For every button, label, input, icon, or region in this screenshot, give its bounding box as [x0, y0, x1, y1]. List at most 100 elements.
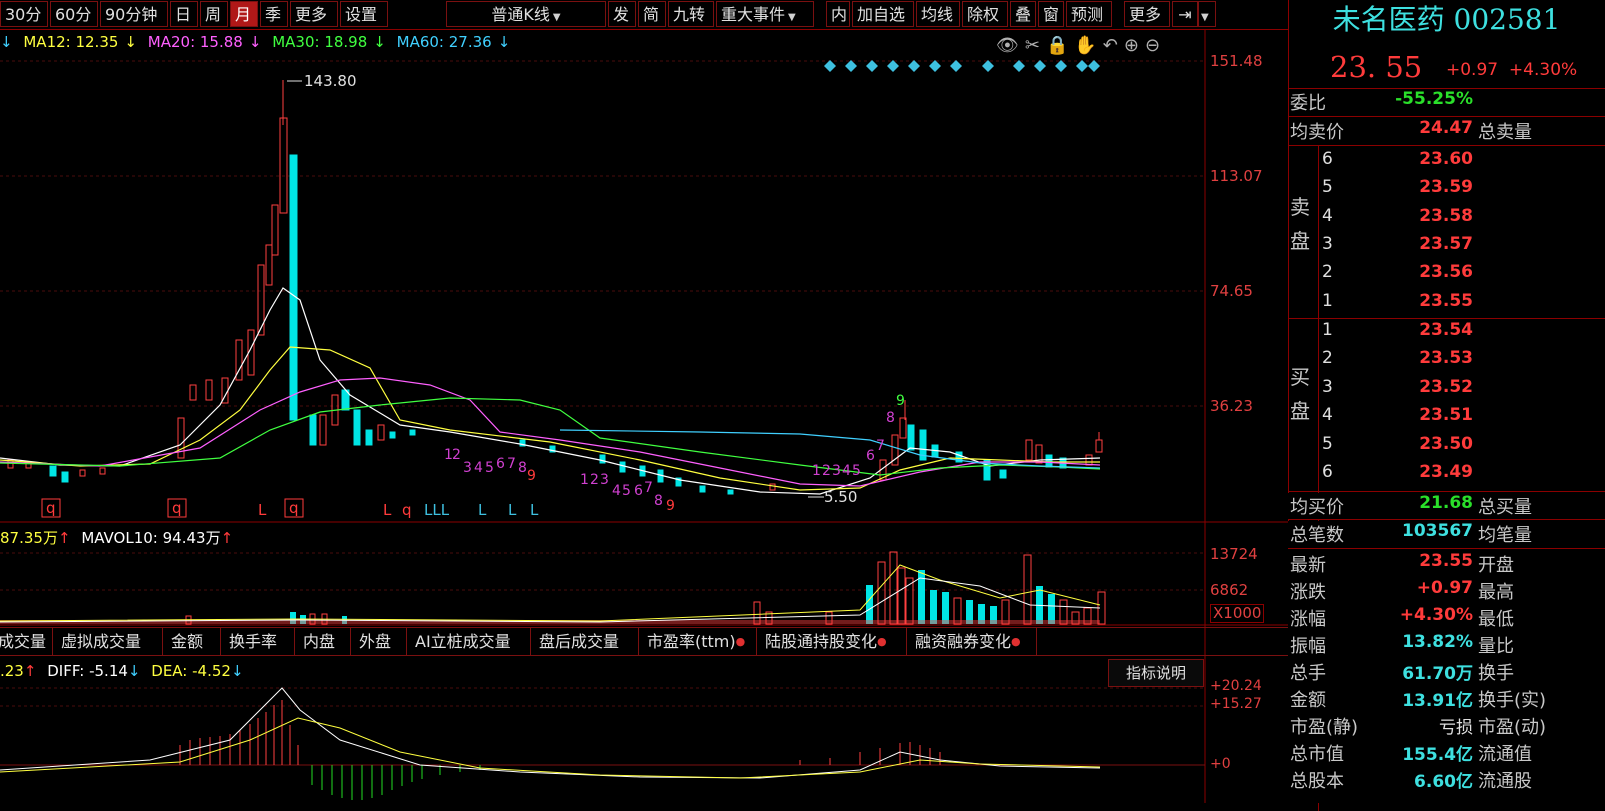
- weibi-row: 委比 -55.25%: [1290, 89, 1473, 114]
- price-axis-label: 151.48: [1210, 52, 1263, 70]
- svg-text:5: 5: [485, 460, 494, 476]
- stat-row: 涨跌 +0.97 最高: [1290, 578, 1514, 603]
- svg-text:2: 2: [822, 463, 831, 479]
- macd-histogram: [0, 687, 1101, 800]
- svg-text:8: 8: [654, 493, 663, 509]
- svg-text:7: 7: [644, 480, 653, 496]
- svg-text:L: L: [258, 501, 267, 519]
- svg-text:7: 7: [876, 438, 885, 454]
- svg-text:LLL: LLL: [424, 501, 450, 519]
- volume-legend: 87.35万↑ MAVOL10: 94.43万↑: [0, 529, 234, 547]
- low-price-label: 5.50: [824, 488, 857, 506]
- svg-text:3: 3: [463, 460, 472, 476]
- stat-row: 金额 13.91亿 换手(实): [1290, 690, 1547, 711]
- svg-text:L: L: [478, 501, 487, 519]
- volume-unit-label: X1000: [1210, 604, 1265, 623]
- tab-pe-ttm[interactable]: 市盈率(ttm)●: [639, 628, 757, 655]
- svg-text:6: 6: [496, 456, 505, 472]
- svg-text:2: 2: [590, 472, 599, 488]
- macd-axis-label: +20.24: [1210, 678, 1262, 694]
- buy-level-row[interactable]: 4 23.51: [1288, 405, 1605, 432]
- svg-text:L: L: [383, 501, 392, 519]
- tab-margin[interactable]: 融资融券变化●: [907, 628, 1037, 655]
- buy-level-row[interactable]: 6 23.49: [1288, 462, 1605, 489]
- candles: [7, 80, 1103, 495]
- kline-chart[interactable]: 143.80 5.50 1 23 4 5678 1 2 34 5 6 78 1234 567…: [0, 0, 1288, 803]
- quote-panel: 未名医药 002581 23. 55 +0.97 +4.30% 委比 -55.25…: [1288, 0, 1605, 811]
- stat-row: 总手 61.70万 换手: [1290, 663, 1514, 684]
- sell-level-row[interactable]: 4 23.58: [1288, 206, 1605, 233]
- stock-title: 未名医药 002581: [1332, 3, 1561, 36]
- svg-text:9: 9: [527, 468, 536, 484]
- stat-row: 市盈(静) 亏损 市盈(动): [1290, 717, 1547, 738]
- volume-axis-label: 13724: [1210, 545, 1258, 563]
- price-axis-label: 74.65: [1210, 282, 1253, 300]
- stat-row: 振幅 13.82% 量比: [1290, 632, 1514, 657]
- svg-text:L: L: [530, 501, 539, 519]
- signal-markers: [824, 60, 1100, 72]
- indicator-tabs: 成交量 虚拟成交量 金额 换手率 内盘 外盘 AI立桩成交量 盘后成交量 市盈率…: [0, 627, 1288, 656]
- svg-text:8: 8: [886, 410, 895, 426]
- pattern-markers: q q L q Lq LLL LLL: [41, 498, 539, 519]
- svg-text:6: 6: [866, 448, 875, 464]
- buy-level-row[interactable]: 1 23.54: [1288, 320, 1605, 347]
- high-low-annotations: 143.80 5.50: [287, 72, 857, 506]
- stat-row: 涨幅 +4.30% 最低: [1290, 605, 1514, 630]
- avg-sell-row: 均卖价 24.47 总卖量: [1290, 118, 1532, 143]
- macd-axis-label: +15.27: [1210, 696, 1262, 712]
- tab-amount[interactable]: 金额: [163, 628, 221, 655]
- volume-bars: [0, 551, 1106, 625]
- high-price-label: 143.80: [304, 72, 357, 90]
- svg-text:2: 2: [452, 447, 461, 463]
- svg-text:8: 8: [518, 460, 527, 476]
- svg-text:5: 5: [622, 483, 631, 499]
- svg-text:7: 7: [507, 456, 516, 472]
- indicator-explain-button[interactable]: 指标说明: [1108, 659, 1204, 687]
- price-axis-label: 113.07: [1210, 167, 1263, 185]
- stat-row: 总股本 6.60亿 流通股: [1290, 771, 1532, 792]
- price-change: +0.97 +4.30%: [1446, 60, 1578, 80]
- svg-text:q: q: [172, 499, 182, 517]
- tab-volume[interactable]: 成交量: [0, 628, 53, 655]
- tab-ai-volume[interactable]: AI立桩成交量: [407, 628, 531, 655]
- sell-level-row[interactable]: 2 23.56: [1288, 262, 1605, 289]
- tab-virtual-volume[interactable]: 虚拟成交量: [53, 628, 163, 655]
- svg-text:4: 4: [474, 460, 483, 476]
- tab-northbound[interactable]: 陆股通持股变化●: [757, 628, 907, 655]
- tab-after-hours-volume[interactable]: 盘后成交量: [531, 628, 639, 655]
- svg-text:4: 4: [842, 463, 851, 479]
- ma-curves: [0, 287, 1101, 495]
- stat-row: 最新 23.55 开盘: [1290, 551, 1514, 576]
- macd-legend: .23↑ DIFF: -5.14↓ DEA: -4.52↓: [0, 662, 244, 680]
- sell-level-row[interactable]: 1 23.55: [1288, 291, 1605, 318]
- svg-text:1: 1: [812, 463, 821, 479]
- tab-inner[interactable]: 内盘: [295, 628, 351, 655]
- svg-text:9: 9: [896, 393, 905, 409]
- svg-text:L: L: [508, 501, 517, 519]
- buy-level-row[interactable]: 2 23.53: [1288, 348, 1605, 375]
- svg-text:1: 1: [580, 472, 589, 488]
- macd-axis-label: +0: [1210, 756, 1231, 772]
- sell-level-row[interactable]: 3 23.57: [1288, 234, 1605, 261]
- avg-buy-row: 均买价 21.68 总买量: [1288, 493, 1605, 520]
- tab-turnover[interactable]: 换手率: [221, 628, 295, 655]
- price-axis-label: 36.23: [1210, 397, 1253, 415]
- tab-outer[interactable]: 外盘: [351, 628, 407, 655]
- svg-text:4: 4: [612, 483, 621, 499]
- last-price: 23. 55: [1330, 50, 1423, 84]
- quote-stats: 最新 23.55 开盘 涨跌 +0.97 最高 涨幅 +4.30% 最低 振幅 13.82% 量…: [1288, 549, 1605, 803]
- sell-level-row[interactable]: 6 23.60: [1288, 149, 1605, 176]
- stat-row: 总市值 155.4亿 流通值: [1290, 744, 1532, 765]
- svg-text:q: q: [402, 501, 412, 519]
- svg-text:9: 9: [666, 498, 675, 514]
- buy-level-row[interactable]: 3 23.52: [1288, 377, 1605, 404]
- svg-text:3: 3: [600, 472, 609, 488]
- trades-row: 总笔数 103567 均笔量: [1288, 521, 1605, 548]
- svg-text:q: q: [289, 499, 299, 517]
- svg-text:3: 3: [832, 463, 841, 479]
- svg-text:q: q: [46, 499, 56, 517]
- svg-text:6: 6: [634, 483, 643, 499]
- sell-level-row[interactable]: 5 23.59: [1288, 177, 1605, 204]
- buy-level-row[interactable]: 5 23.50: [1288, 434, 1605, 461]
- svg-text:5: 5: [852, 463, 861, 479]
